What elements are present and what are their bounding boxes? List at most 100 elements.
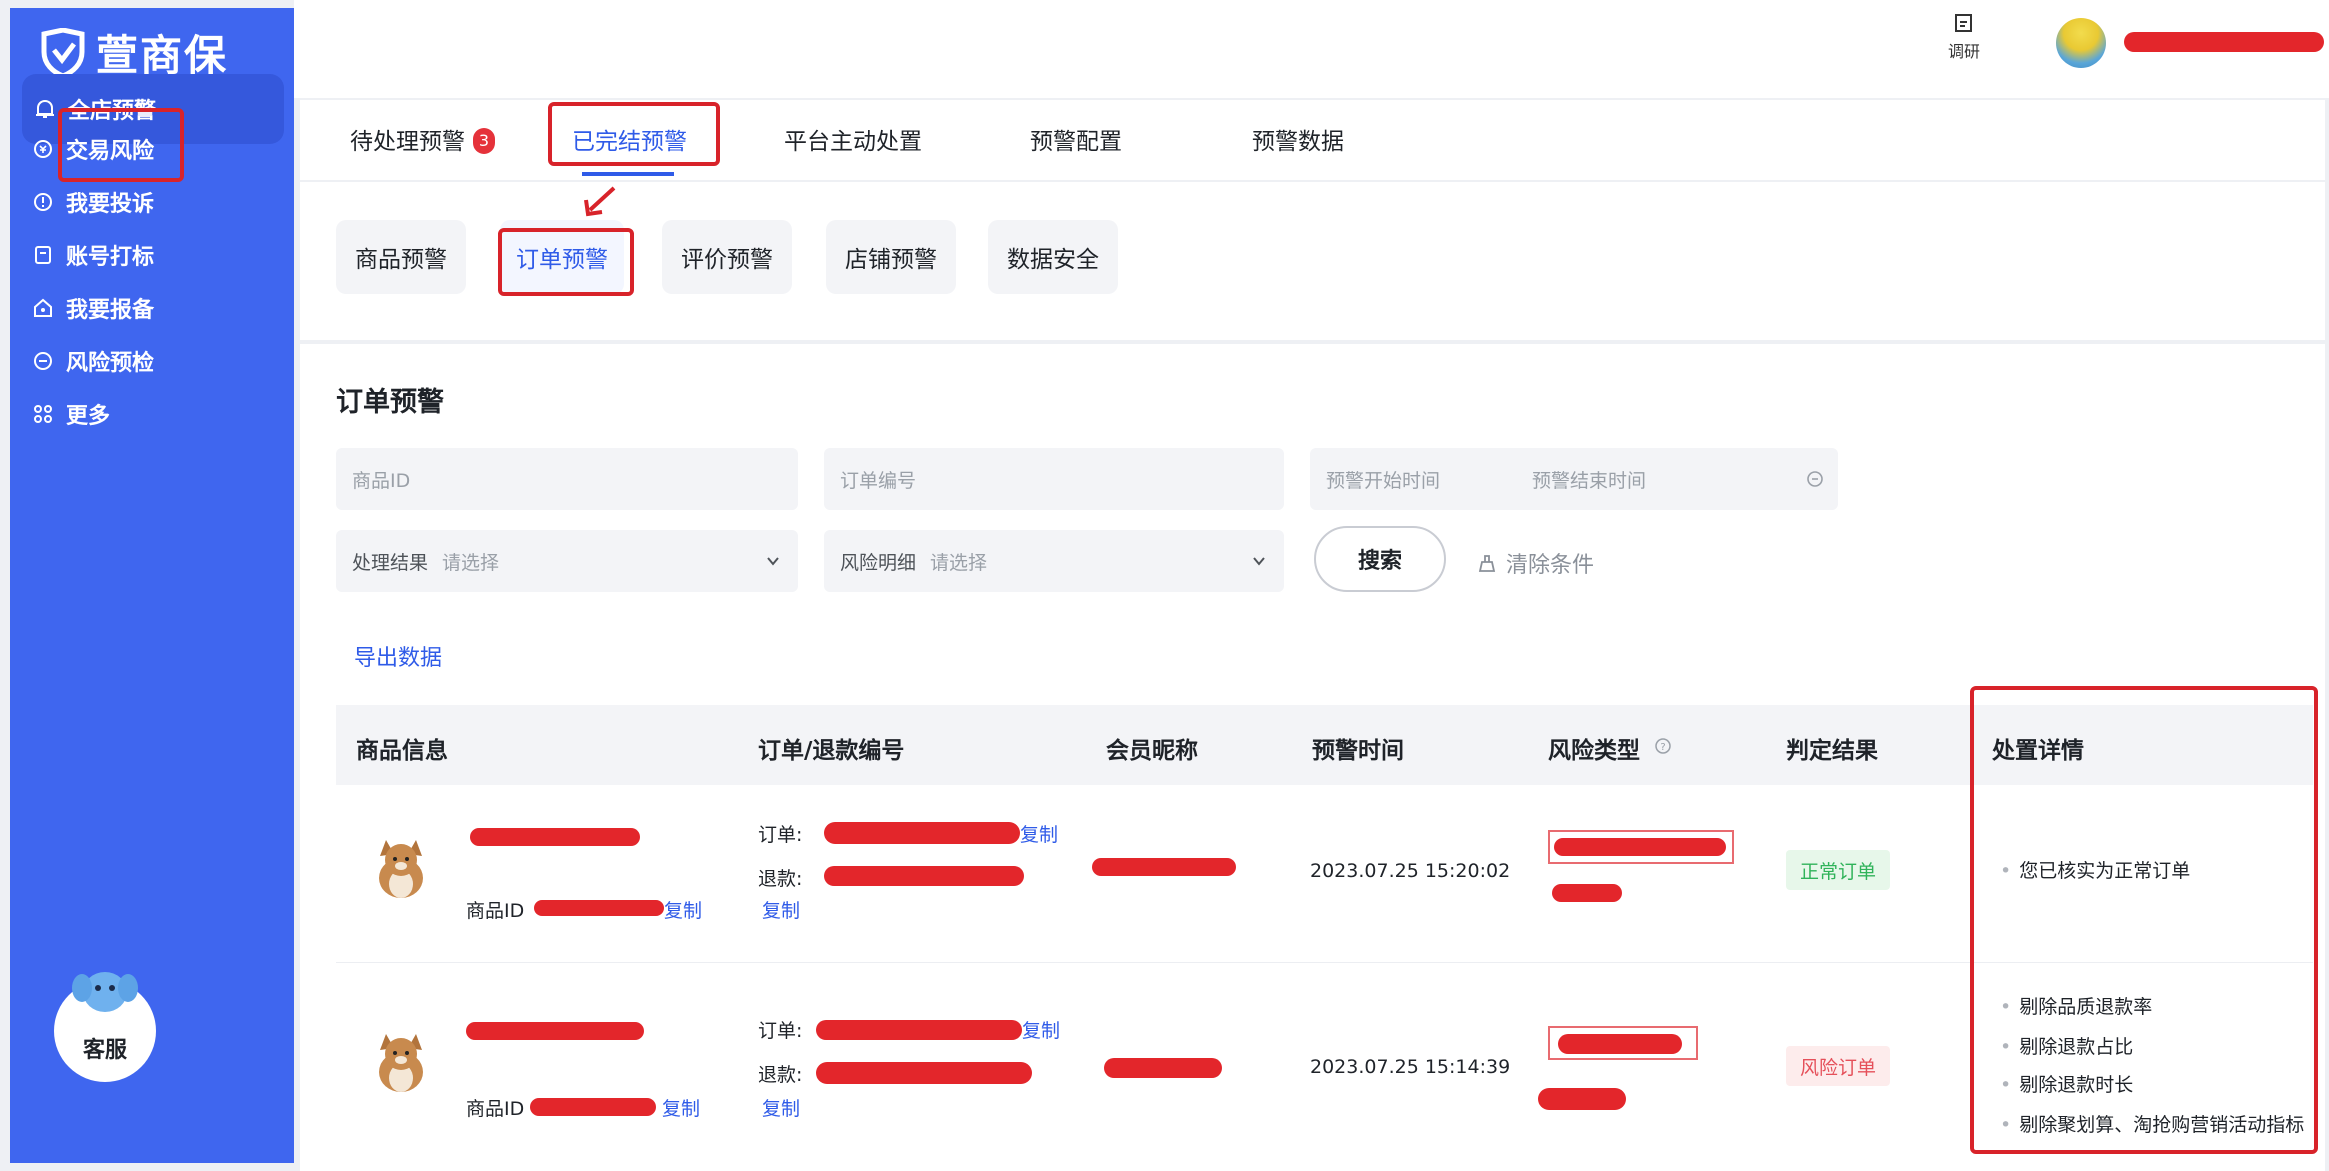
active-tab-indicator [582,172,674,176]
redacted-nickname [1092,858,1236,876]
risk-select-label: 风险明细 [840,551,917,574]
redacted-product-name [466,1022,644,1040]
column-header: 商品信息 [356,738,448,764]
product-id-input[interactable]: 商品ID [336,448,798,510]
subtab-product-alerts[interactable]: 商品预警 [336,220,466,294]
sidebar-item-label: 账号打标 [66,245,155,270]
product-id-label: 商品ID [466,900,525,922]
customer-service-button[interactable]: 客服 [54,972,156,1082]
edit-icon [1955,14,1972,32]
sidebar-item-label: 我要报备 [66,298,155,323]
date-range-input[interactable]: 预警开始时间 预警结束时间 [1310,448,1838,510]
sidebar-item-label: 我要投诉 [66,192,155,217]
help-icon[interactable]: ? [1654,737,1672,755]
redacted-order-number [824,822,1020,844]
calendar-icon [1807,471,1823,487]
risk-select-placeholder: 请选择 [930,551,988,574]
annotation-box-order-alerts [498,228,634,296]
top-bar: 调研 [294,0,2329,98]
clear-filters-label: 清除条件 [1506,553,1595,578]
sidebar-item-label: 更多 [66,404,111,429]
redacted-refund-number [824,866,1024,886]
survey-button[interactable]: 调研 [1934,12,1994,62]
copy-link[interactable]: 复制 [762,896,800,923]
risk-detail-select[interactable]: 风险明细 请选择 [824,530,1284,592]
column-header: 预警时间 [1312,738,1404,764]
risk-type-box [1548,1026,1698,1060]
sidebar-item-label: 风险预检 [66,351,155,376]
annotation-box-disposal-details [1970,686,2318,1154]
order-label: 订单: [758,1020,803,1042]
annotation-arrow-icon [584,186,616,217]
svg-text:?: ? [1660,742,1665,753]
alert-time: 2023.07.25 15:14:39 [1310,1056,1511,1078]
column-header: 风险类型 [1548,738,1640,764]
pending-count-badge: 3 [473,128,495,154]
product-thumbnail [379,840,423,898]
chevron-down-icon [1253,557,1265,566]
tag-icon [35,246,51,264]
user-avatar[interactable] [2056,18,2106,68]
tab-label: 待处理预警 [350,129,465,155]
elephant-mascot-icon [72,972,138,1012]
redacted-username [2124,32,2324,52]
tab-platform-action[interactable]: 平台主动处置 [784,122,922,156]
refund-label: 退款: [758,1064,803,1086]
tab-alert-data[interactable]: 预警数据 [1252,122,1344,156]
customer-service-label: 客服 [82,1038,127,1063]
search-button[interactable]: 搜索 [1314,526,1446,592]
redacted-risk-type [1554,838,1726,856]
redacted-nickname [1104,1058,1222,1078]
redacted-product-id [530,1098,656,1116]
annotation-box-store-alerts [58,108,184,182]
grid-icon [34,405,52,423]
product-id-label: 商品ID [466,1098,525,1120]
result-select-placeholder: 请选择 [442,551,500,574]
check-icon [34,352,52,370]
redacted-refund-number [816,1062,1032,1084]
redacted-product-id [534,900,664,916]
redacted-risk-type [1558,1034,1682,1054]
clear-filters-button[interactable]: 清除条件 [1476,547,1594,579]
alert-time: 2023.07.25 15:20:02 [1310,860,1511,882]
redacted-risk-subtype [1538,1088,1626,1110]
subtab-review-alerts[interactable]: 评价预警 [662,220,792,294]
subtab-store-alerts[interactable]: 店铺预警 [826,220,956,294]
result-select-label: 处理结果 [352,551,429,574]
subtab-data-security[interactable]: 数据安全 [988,220,1118,294]
annotation-box-completed-tab [548,102,720,166]
risk-type-box [1548,830,1734,864]
export-data-link[interactable]: 导出数据 [354,640,442,672]
tab-pending-alerts[interactable]: 待处理预警 3 [350,122,495,156]
column-header: 会员昵称 [1106,738,1198,764]
column-header: 判定结果 [1786,738,1878,764]
order-label: 订单: [758,824,803,846]
column-header: 订单/退款编号 [758,738,905,764]
redacted-risk-subtype [1552,884,1622,902]
result-select[interactable]: 处理结果 请选择 [336,530,798,592]
survey-label: 调研 [1947,42,1980,61]
home-icon [34,298,52,317]
redacted-product-name [470,828,640,846]
sidebar-item-more[interactable]: 更多 [10,379,294,449]
order-number-input[interactable]: 订单编号 [824,448,1284,510]
currency-icon [34,140,52,158]
copy-link[interactable]: 复制 [664,896,702,923]
result-tag: 正常订单 [1786,850,1891,890]
section-title: 订单预警 [336,387,444,418]
tab-alert-config[interactable]: 预警配置 [1030,122,1122,156]
refund-label: 退款: [758,868,803,890]
product-thumbnail [379,1034,423,1092]
start-time-placeholder: 预警开始时间 [1326,469,1441,492]
result-tag: 风险订单 [1786,1046,1891,1086]
copy-link[interactable]: 复制 [762,1094,800,1121]
redacted-order-number [816,1020,1022,1040]
copy-link[interactable]: 复制 [1022,1016,1060,1043]
shield-logo-icon [41,27,85,78]
copy-link[interactable]: 复制 [1020,820,1058,847]
chevron-down-icon [767,557,779,566]
broom-icon [1478,555,1496,572]
info-icon [34,193,52,211]
end-time-placeholder: 预警结束时间 [1532,469,1647,492]
copy-link[interactable]: 复制 [662,1094,700,1121]
